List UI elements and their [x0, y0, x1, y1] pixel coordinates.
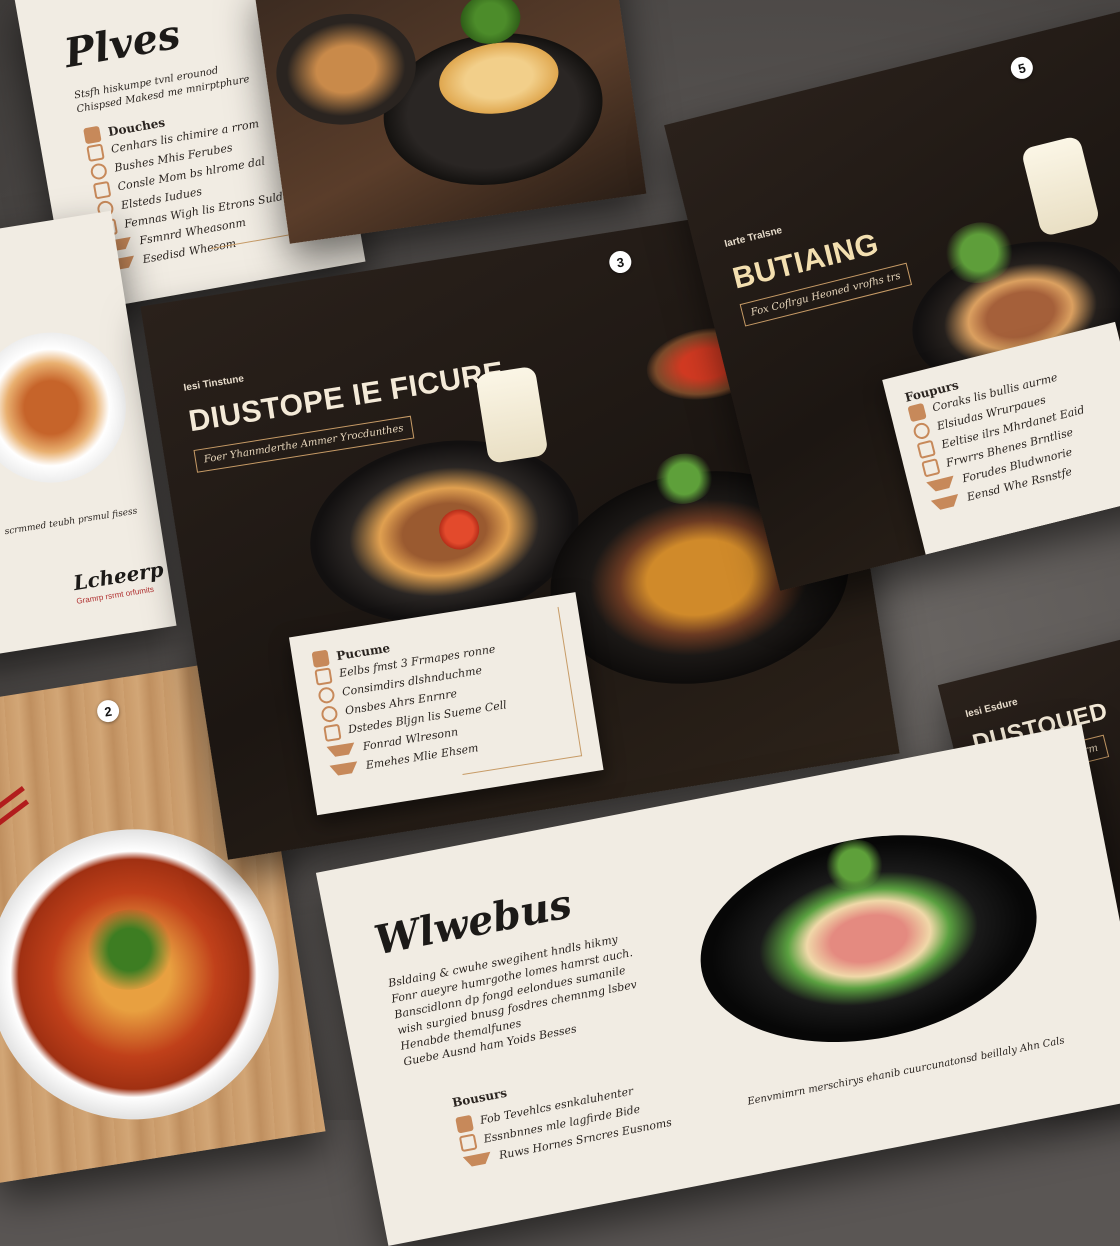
list-icon — [455, 1114, 474, 1134]
square-icon — [92, 180, 112, 199]
decorative-bracket — [438, 606, 583, 775]
triangle-icon — [462, 1151, 493, 1168]
chopsticks-image — [0, 799, 30, 852]
triangle-icon — [329, 761, 359, 777]
card-number-badge: 3 — [607, 249, 633, 275]
card-number-badge: 2 — [95, 698, 121, 724]
card-kicker: Iarte Tralsne — [723, 224, 784, 250]
list-icon — [83, 125, 102, 145]
square-icon — [458, 1132, 478, 1152]
feature-list: Bousurs Fob Tevehlcs esnkaluhenter Essnb… — [451, 1056, 673, 1172]
card-caption: scrmmed teubh prsmul fisess — [4, 506, 139, 538]
square-icon — [323, 723, 342, 742]
dish-plate-image — [0, 321, 137, 494]
milk-glass-image — [1020, 135, 1101, 237]
square-icon — [314, 666, 333, 686]
ingredients-note: Pucume Eelbs fmst 3 Frmapes ronne Consim… — [288, 592, 604, 816]
card-kicker: Iesi Esdure — [964, 696, 1019, 721]
square-icon — [921, 457, 941, 478]
card-number-badge: 5 — [1008, 54, 1036, 82]
circle-icon — [911, 420, 932, 441]
triangle-icon — [930, 494, 961, 512]
milk-glass-image — [475, 365, 549, 464]
circle-icon — [317, 685, 336, 704]
square-icon — [86, 142, 105, 162]
list-icon — [311, 649, 330, 668]
card-title: Plves — [60, 10, 184, 78]
list-icon — [907, 402, 927, 422]
feature-list: Foupurs Coraks lis bullis aurme Elsiudas… — [904, 350, 1101, 516]
square-icon — [916, 439, 936, 459]
circle-icon — [89, 161, 108, 181]
circle-icon — [320, 704, 339, 723]
triangle-icon — [326, 742, 356, 758]
card-kicker: Iesi Tinstune — [182, 373, 245, 394]
